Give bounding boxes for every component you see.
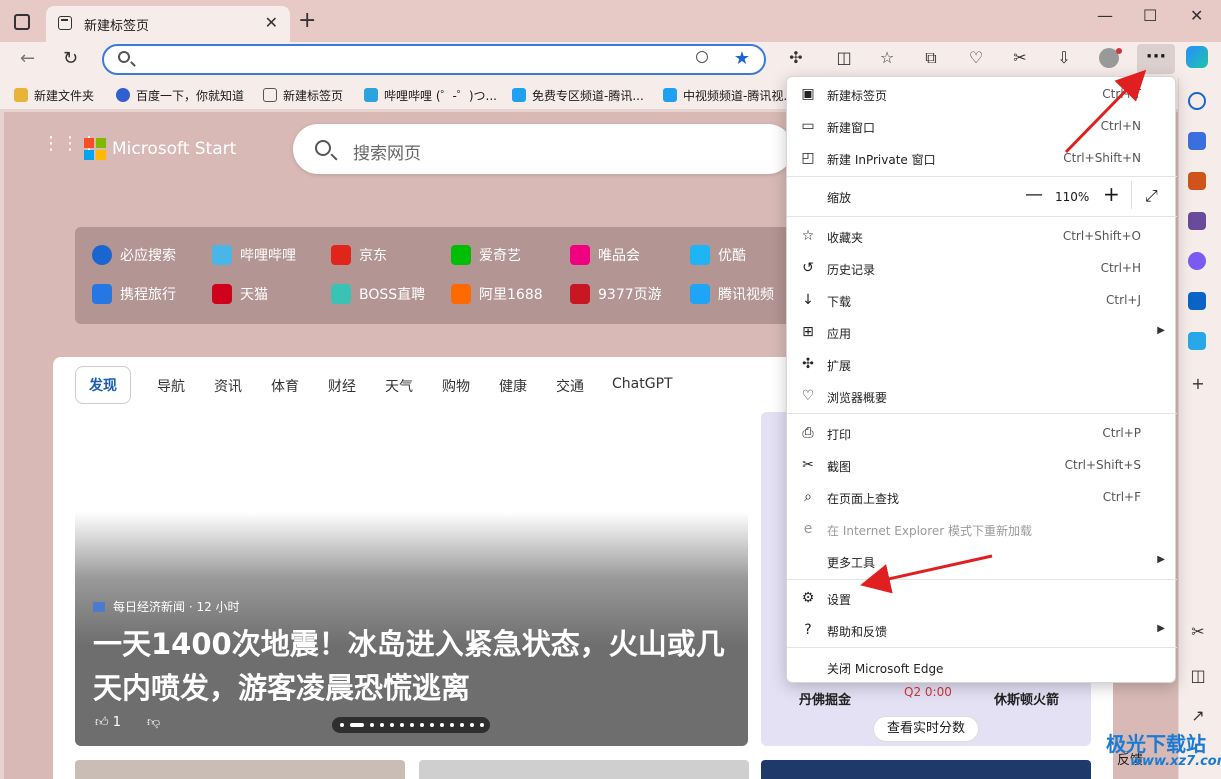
annotation-arrow-more <box>1064 69 1147 154</box>
annotation-arrow-settings <box>860 554 993 594</box>
watermark-logo: 极光下载站 www.xz7.com <box>1106 732 1221 769</box>
annotation-arrows <box>860 69 1147 594</box>
